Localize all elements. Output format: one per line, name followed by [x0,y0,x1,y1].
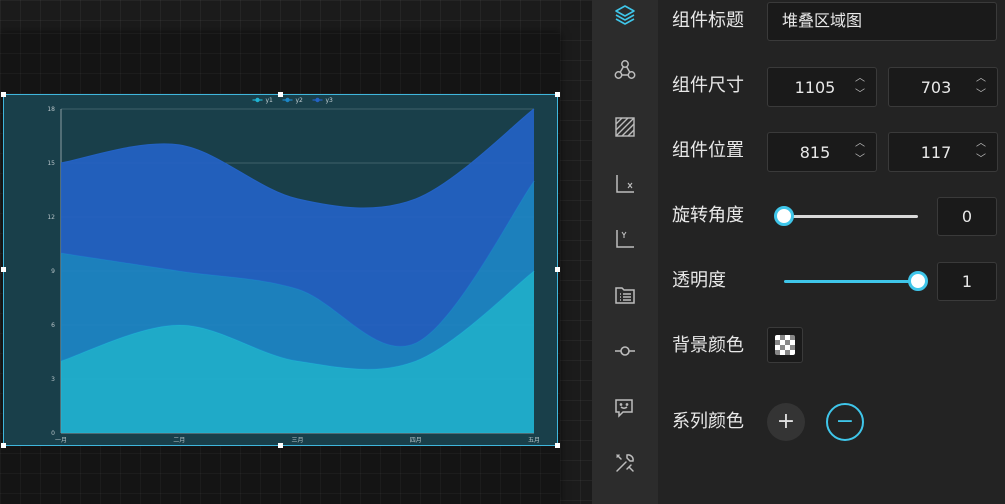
y-axis-icon[interactable] [613,227,637,251]
pos-y-stepper[interactable]: 117 ︿ ﹀ [888,132,998,172]
transparent-swatch [775,335,795,355]
y-tick-label: 18 [47,106,55,113]
nodes-icon[interactable] [613,58,637,82]
opacity-slider-knob[interactable] [908,271,928,291]
resize-handle-bottom[interactable] [278,443,283,448]
legend-list-icon[interactable] [613,283,637,307]
stacked-area-chart-widget[interactable]: 0 3 6 9 12 15 18 一月 二月 三月 四月 五月 y1 y2 y3 [3,94,558,446]
opacity-value-input[interactable]: 1 [937,262,997,301]
rotation-value-input[interactable]: 0 [937,197,997,236]
tooltip-icon[interactable] [613,395,637,419]
background-color-label: 背景颜色 [672,335,744,356]
position-label: 组件位置 [672,140,744,161]
background-color-picker[interactable] [767,327,803,363]
remove-series-color-button[interactable]: − [826,403,864,441]
y-tick-label: 15 [47,160,55,167]
legend-marker [315,97,320,103]
resize-handle-bottom-right[interactable] [555,443,560,448]
legend-marker [285,97,290,103]
x-tick-label: 四月 [410,437,422,444]
y-tick-label: 3 [51,376,55,383]
rotation-label: 旋转角度 [672,205,744,226]
increment-icon[interactable]: ︿ [855,71,865,87]
hatch-area-icon[interactable] [613,115,637,139]
y-tick-label: 12 [47,214,55,221]
resize-handle-top-left[interactable] [1,92,6,97]
editor-canvas[interactable]: 0 3 6 9 12 15 18 一月 二月 三月 四月 五月 y1 y2 y3 [0,0,592,504]
resize-handle-right[interactable] [555,267,560,272]
properties-panel: 组件标题 堆叠区域图 组件尺寸 1105 ︿ ﹀ 703 ︿ ﹀ 组件位置 815 … [658,0,1005,504]
x-tick-label: 二月 [173,437,185,444]
title-input[interactable]: 堆叠区域图 [767,2,997,41]
resize-handle-bottom-left[interactable] [1,443,6,448]
size-label: 组件尺寸 [672,75,744,96]
pos-x-stepper[interactable]: 815 ︿ ﹀ [767,132,877,172]
series-color-label: 系列颜色 [672,411,744,432]
config-icon-bar [592,0,658,504]
y-tick-label: 0 [51,430,55,437]
x-tick-label: 一月 [55,437,67,444]
title-label: 组件标题 [672,10,744,31]
x-axis-icon[interactable] [613,172,637,196]
width-stepper[interactable]: 1105 ︿ ﹀ [767,67,877,107]
decrement-icon[interactable]: ﹀ [855,152,865,168]
tools-icon[interactable] [613,451,637,475]
legend-label-y1: y1 [266,97,274,104]
legend-marker [255,97,260,103]
y-tick-label: 6 [51,322,55,329]
decrement-icon[interactable]: ﹀ [976,87,986,103]
legend-label-y2: y2 [296,97,304,104]
increment-icon[interactable]: ︿ [976,136,986,152]
decrement-icon[interactable]: ﹀ [976,152,986,168]
legend-label-y3: y3 [326,97,334,104]
add-series-color-button[interactable]: + [767,403,805,441]
layers-icon[interactable] [613,3,637,27]
resize-handle-left[interactable] [1,267,6,272]
stacked-area-chart: 0 3 6 9 12 15 18 一月 二月 三月 四月 五月 y1 y2 y3 [47,97,540,444]
marker-icon[interactable] [613,339,637,363]
opacity-label: 透明度 [672,270,726,291]
height-stepper[interactable]: 703 ︿ ﹀ [888,67,998,107]
x-tick-label: 三月 [291,437,303,444]
y-tick-label: 9 [51,268,55,275]
rotation-slider-knob[interactable] [774,206,794,226]
resize-handle-top[interactable] [278,92,283,97]
resize-handle-top-right[interactable] [555,92,560,97]
increment-icon[interactable]: ︿ [855,136,865,152]
increment-icon[interactable]: ︿ [976,71,986,87]
x-tick-label: 五月 [528,437,540,444]
decrement-icon[interactable]: ﹀ [855,87,865,103]
